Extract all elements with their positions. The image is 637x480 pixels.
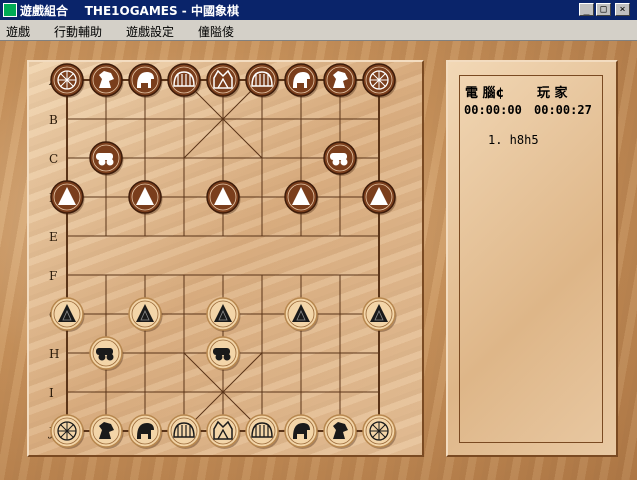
row-label: C — [49, 152, 58, 166]
light-chariot-piece[interactable] — [362, 414, 397, 449]
chariot-icon — [369, 421, 389, 441]
light-elephant-piece[interactable] — [284, 414, 319, 449]
close-button[interactable]: × — [615, 3, 630, 16]
dark-general-piece[interactable] — [206, 63, 241, 98]
dark-soldier-piece[interactable] — [50, 180, 85, 215]
light-soldier-piece[interactable] — [206, 297, 241, 332]
row-label: B — [49, 113, 58, 127]
dark-soldier-piece[interactable] — [284, 180, 319, 215]
row-label: I — [49, 386, 54, 400]
light-chariot-piece[interactable] — [50, 414, 85, 449]
menu-move-assist[interactable]: 行動輔助 — [54, 23, 102, 40]
chariot-icon — [369, 70, 389, 90]
chariot-icon — [57, 421, 77, 441]
dark-cannon-piece[interactable] — [89, 141, 124, 176]
player-computer-label: 電 腦¢ — [465, 86, 505, 101]
xiangqi-board[interactable]: ABCDEFGHIJ — [27, 60, 424, 457]
menu-help[interactable]: 僮隘倰 — [198, 23, 234, 40]
player-human-label: 玩 家 — [537, 86, 568, 101]
dark-horse-piece[interactable] — [323, 63, 358, 98]
light-soldier-piece[interactable] — [284, 297, 319, 332]
dark-soldier-piece[interactable] — [206, 180, 241, 215]
light-soldier-piece[interactable] — [362, 297, 397, 332]
light-horse-piece[interactable] — [323, 414, 358, 449]
menu-game-settings[interactable]: 遊戲設定 — [126, 23, 174, 40]
row-labels: ABCDEFGHIJ — [47, 74, 59, 439]
menu-game[interactable]: 遊戲 — [6, 23, 30, 40]
title-bar[interactable]: 遊戲組合 THE1OGAMES - 中國象棋 _ □ × — [0, 0, 637, 20]
maximize-button[interactable]: □ — [596, 3, 611, 16]
light-soldier-piece[interactable] — [50, 297, 85, 332]
light-cannon-piece[interactable] — [89, 336, 124, 371]
move-list-frame — [459, 75, 603, 443]
timer-computer: 00:00:00 — [464, 103, 522, 117]
dark-horse-piece[interactable] — [89, 63, 124, 98]
dark-chariot-piece[interactable] — [362, 63, 397, 98]
row-label: H — [49, 347, 59, 361]
row-label: F — [49, 269, 57, 283]
light-elephant-piece[interactable] — [128, 414, 163, 449]
dark-soldier-piece[interactable] — [362, 180, 397, 215]
menu-bar: 遊戲 行動輔助 遊戲設定 僮隘倰 — [0, 20, 637, 41]
app-icon — [3, 3, 17, 17]
move-list-item[interactable]: 1. h8h5 — [488, 133, 539, 147]
light-advisor-piece[interactable] — [245, 414, 280, 449]
dark-advisor-piece[interactable] — [167, 63, 202, 98]
light-horse-piece[interactable] — [89, 414, 124, 449]
dark-advisor-piece[interactable] — [245, 63, 280, 98]
chariot-icon — [57, 70, 77, 90]
dark-chariot-piece[interactable] — [50, 63, 85, 98]
board-grid — [66, 79, 380, 432]
light-advisor-piece[interactable] — [167, 414, 202, 449]
light-cannon-piece[interactable] — [206, 336, 241, 371]
window-title: 遊戲組合 THE1OGAMES - 中國象棋 — [20, 4, 239, 18]
timer-human: 00:00:27 — [534, 103, 592, 117]
dark-cannon-piece[interactable] — [323, 141, 358, 176]
light-soldier-piece[interactable] — [128, 297, 163, 332]
dark-soldier-piece[interactable] — [128, 180, 163, 215]
dark-elephant-piece[interactable] — [284, 63, 319, 98]
row-label: E — [49, 230, 58, 244]
dark-elephant-piece[interactable] — [128, 63, 163, 98]
light-general-piece[interactable] — [206, 414, 241, 449]
minimize-button[interactable]: _ — [579, 3, 594, 16]
